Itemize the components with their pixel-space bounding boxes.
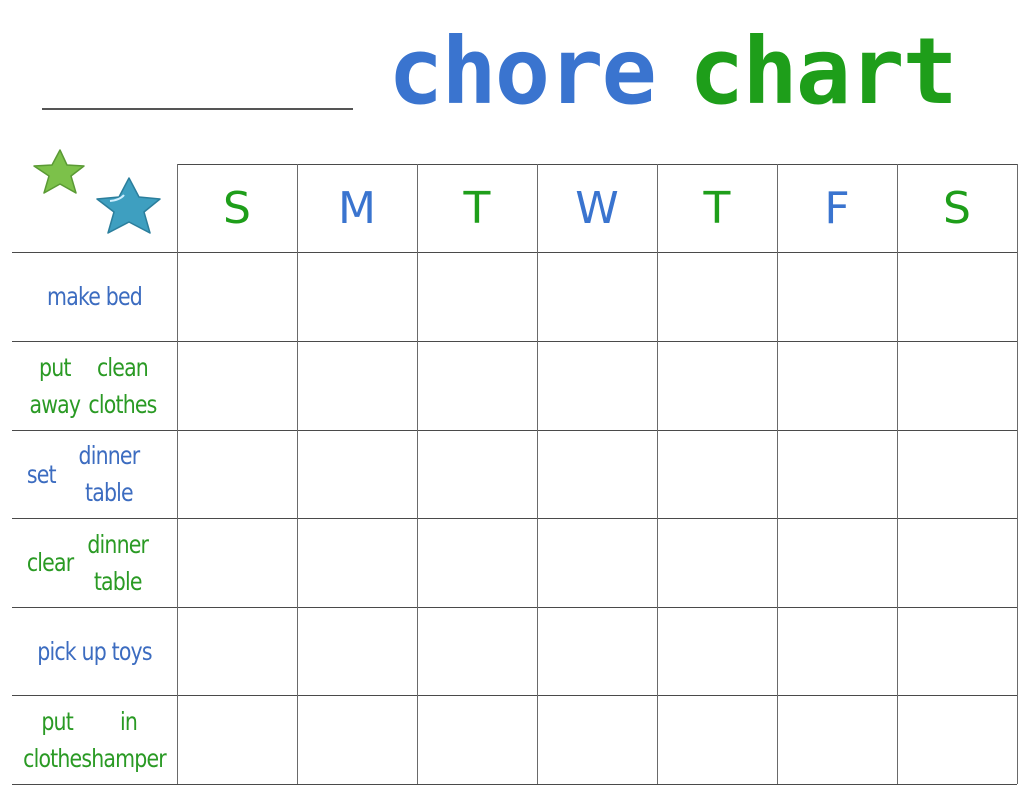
chore-cell[interactable] [417, 518, 537, 607]
chore-cell[interactable] [417, 252, 537, 341]
chore-cell[interactable] [177, 341, 297, 430]
chore-cell[interactable] [297, 252, 417, 341]
chore-cell[interactable] [417, 430, 537, 518]
chore-cell[interactable] [537, 518, 657, 607]
title-word-chore: chore [388, 18, 657, 125]
day-header: S [943, 182, 971, 234]
chore-cell[interactable] [777, 518, 897, 607]
chore-cell[interactable] [777, 341, 897, 430]
chore-cell[interactable] [417, 607, 537, 695]
chore-cell[interactable] [297, 341, 417, 430]
chore-cell[interactable] [657, 252, 777, 341]
grid-vline [1017, 164, 1018, 784]
day-header: T [463, 182, 491, 234]
chore-cell[interactable] [177, 695, 297, 784]
day-header: W [575, 182, 619, 234]
chore-cell[interactable] [657, 607, 777, 695]
page-title: chore chart [388, 22, 958, 122]
grid-hline [12, 784, 1017, 785]
chore-cell[interactable] [537, 252, 657, 341]
chore-cell[interactable] [417, 341, 537, 430]
chore-cell[interactable] [297, 518, 417, 607]
chore-cell[interactable] [777, 607, 897, 695]
chore-cell[interactable] [297, 695, 417, 784]
chore-cell[interactable] [777, 430, 897, 518]
chore-cell[interactable] [777, 252, 897, 341]
chore-cell[interactable] [657, 341, 777, 430]
chore-cell[interactable] [897, 607, 1017, 695]
chore-cell[interactable] [657, 695, 777, 784]
title-word-chart: chart [688, 18, 958, 125]
chore-label: put clothes in hamper [23, 706, 167, 773]
chore-cell[interactable] [177, 252, 297, 341]
chore-label: make bed [47, 282, 143, 311]
chore-label: clear dinner table [26, 529, 149, 596]
chore-cell[interactable] [177, 607, 297, 695]
stars-decoration [33, 149, 161, 234]
chore-cell[interactable] [297, 607, 417, 695]
name-line[interactable] [42, 108, 353, 110]
chore-cell[interactable] [777, 695, 897, 784]
chore-cell[interactable] [177, 518, 297, 607]
chore-label: pick up toys [37, 636, 152, 666]
chore-cell[interactable] [537, 430, 657, 518]
chore-cell[interactable] [177, 430, 297, 518]
chore-cell[interactable] [897, 252, 1017, 341]
chore-cell[interactable] [657, 430, 777, 518]
chore-cell[interactable] [297, 430, 417, 518]
chore-cell[interactable] [417, 695, 537, 784]
day-header: S [223, 182, 251, 234]
chore-cell[interactable] [537, 607, 657, 695]
chore-cell[interactable] [897, 518, 1017, 607]
green-star-icon [33, 149, 85, 194]
blue-star-icon [96, 177, 161, 234]
chore-cell[interactable] [897, 341, 1017, 430]
chore-cell[interactable] [537, 341, 657, 430]
chore-cell[interactable] [897, 695, 1017, 784]
day-header: T [703, 182, 731, 234]
chore-label: set dinner table [26, 441, 140, 507]
chore-cell[interactable] [657, 518, 777, 607]
day-header: F [824, 182, 850, 234]
chore-cell[interactable] [537, 695, 657, 784]
chore-label: put away clean clothes [29, 352, 157, 419]
chore-cell[interactable] [897, 430, 1017, 518]
day-header: M [338, 182, 376, 234]
